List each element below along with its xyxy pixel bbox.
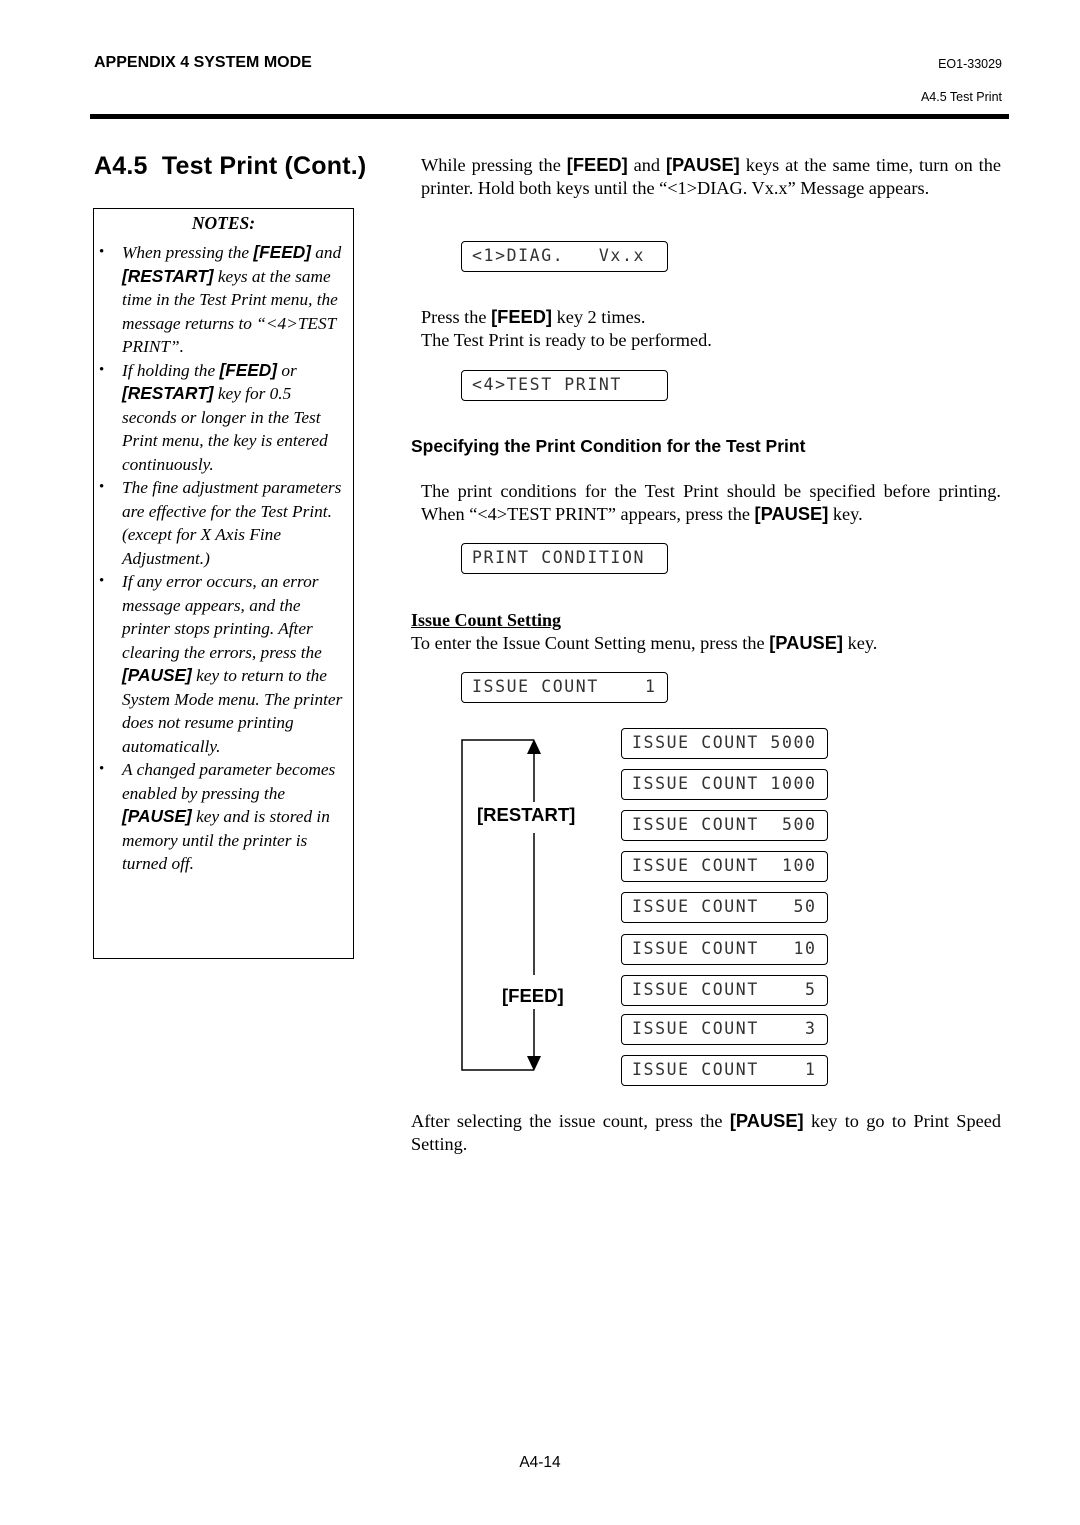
press-feed-paragraph: Press the [FEED] key 2 times. The Test Pr… [421, 306, 712, 350]
notes-box: NOTES: • When pressing the [FEED] and [RE… [93, 208, 354, 959]
issue-count-option: ISSUE COUNT 5000 [621, 728, 828, 759]
flow-loop-line [461, 739, 534, 1071]
intro-paragraph: While pressing the [FEED] and [PAUSE] ke… [421, 154, 1001, 198]
key-pause: [PAUSE] [754, 502, 829, 524]
issue-count-option: ISSUE COUNT 3 [621, 1014, 828, 1045]
key-pause: [PAUSE] [122, 665, 192, 685]
key-restart: [RESTART] [122, 265, 214, 286]
note-item: • When pressing the [FEED] and [RESTART] … [99, 242, 342, 356]
key-feed: [FEED] [566, 154, 628, 175]
header-doc-id: EO1-33029 [938, 57, 1002, 71]
flow-arrows [461, 739, 541, 1071]
after-selection-paragraph: After selecting the issue count, press t… [411, 1110, 1001, 1154]
up-arrow-icon [527, 739, 541, 754]
key-pause: [PAUSE] [122, 806, 192, 826]
issue-count-option: ISSUE COUNT 50 [621, 892, 828, 923]
key-pause: [PAUSE] [665, 154, 740, 175]
bullet-icon: • [99, 573, 105, 589]
down-arrow-icon [527, 1056, 541, 1071]
key-restart: [RESTART] [122, 383, 214, 403]
issue-count-option: ISSUE COUNT 10 [621, 934, 828, 965]
key-feed: [FEED] [491, 306, 553, 327]
lcd-display-test-print: <4>TEST PRINT [461, 370, 668, 401]
print-condition-paragraph: The print conditions for the Test Print … [421, 481, 1001, 524]
key-feed: [FEED] [219, 359, 278, 380]
notes-list: • When pressing the [FEED] and [RESTART] … [94, 241, 353, 876]
issue-count-option: ISSUE COUNT 500 [621, 810, 828, 841]
bullet-icon: • [99, 361, 105, 378]
note-item: • If holding the [FEED] or [RESTART] key … [99, 359, 328, 474]
header-rule [90, 114, 1009, 119]
issue-count-paragraph: To enter the Issue Count Setting menu, p… [411, 632, 878, 653]
lcd-display-diag: <1>DIAG. Vx.x [461, 241, 668, 272]
issue-count-option: ISSUE COUNT 1000 [621, 769, 828, 800]
header-subsection: A4.5 Test Print [920, 90, 1002, 104]
notes-title: NOTES: [191, 213, 256, 233]
page-title: A4.5 Test Print (Cont.) [94, 152, 367, 180]
bullet-icon: • [99, 479, 105, 495]
key-pause: [PAUSE] [769, 632, 844, 653]
note-item: • The fine adjustment parameters are effe… [99, 478, 342, 568]
header-section-title: APPENDIX 4 SYSTEM MODE [94, 54, 312, 71]
bullet-icon: • [99, 244, 105, 260]
page-number: A4-14 [519, 1454, 561, 1471]
lcd-display-issue-count: ISSUE COUNT 1 [461, 672, 668, 703]
key-feed: [FEED] [253, 242, 311, 262]
issue-count-option: ISSUE COUNT 100 [621, 851, 828, 882]
key-pause: [PAUSE] [729, 1110, 804, 1131]
issue-count-heading: Issue Count Setting [411, 610, 562, 630]
feed-key-label: [FEED] [502, 983, 564, 1009]
print-condition-heading: Specifying the Print Condition for the T… [411, 436, 806, 456]
restart-key-label: [RESTART] [477, 802, 576, 828]
note-item: • If any error occurs, an error message a… [99, 572, 343, 756]
note-item: • A changed parameter becomes enabled by … [99, 760, 336, 873]
issue-count-option: ISSUE COUNT 1 [621, 1055, 828, 1086]
lcd-display-print-condition: PRINT CONDITION [461, 543, 668, 574]
bullet-icon: • [99, 761, 105, 777]
issue-count-option: ISSUE COUNT 5 [621, 975, 828, 1006]
